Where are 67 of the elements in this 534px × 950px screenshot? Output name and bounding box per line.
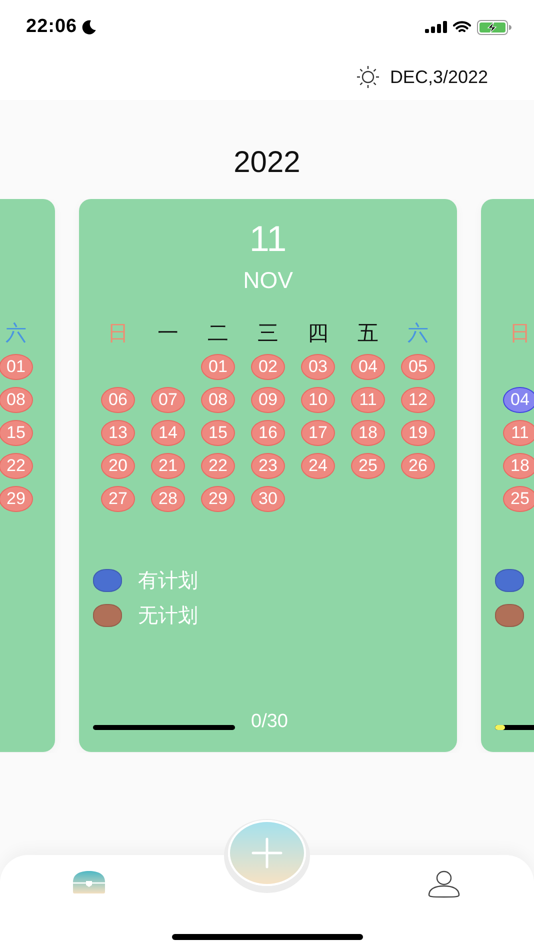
day-button[interactable]: 30	[251, 486, 285, 512]
day-button[interactable]: 22	[0, 452, 33, 478]
day-button[interactable]: 19	[401, 420, 435, 446]
day-button[interactable]: 01	[201, 354, 235, 380]
weekday-label: 日	[510, 321, 530, 347]
moon-icon	[81, 19, 98, 35]
weekday-label: 三	[258, 321, 278, 347]
day-button[interactable]: 03	[301, 354, 335, 380]
day-button[interactable]: 26	[401, 452, 435, 478]
battery-charging-icon	[477, 20, 512, 34]
weekday-label: 六	[6, 321, 26, 347]
month-card[interactable]: 11 NOV 日 一 二 三 四 五 六 01 02 03 04 05 06 07 08 09 10 11 12 13 14 15 16 17 18 19 20 21 22 23 24 25 26 27 28 29 30 有计划 无计划 0/30	[79, 199, 457, 752]
day-button[interactable]: 08	[201, 386, 235, 412]
day-button[interactable]: 17	[301, 420, 335, 446]
status-time: 22:06	[26, 16, 78, 38]
month-card[interactable]: 六 01 08 15 22 29	[0, 199, 55, 752]
day-button[interactable]: 09	[251, 386, 285, 412]
month-number: 11	[249, 219, 287, 259]
user-icon[interactable]	[427, 870, 461, 898]
day-button[interactable]: 12	[401, 386, 435, 412]
plus-icon	[250, 836, 284, 870]
legend-label: 有计划	[138, 569, 198, 594]
day-button[interactable]: 14	[151, 420, 185, 446]
day-button[interactable]: 25	[351, 452, 385, 478]
day-button[interactable]: 04	[503, 386, 534, 412]
day-button[interactable]: 11	[503, 420, 534, 446]
day-button[interactable]: 13	[101, 420, 135, 446]
day-button[interactable]: 18	[503, 452, 534, 478]
day-button[interactable]: 04	[351, 354, 385, 380]
day-button[interactable]: 08	[0, 386, 33, 412]
day-button[interactable]: 25	[503, 486, 534, 512]
legend-label: 无计划	[138, 604, 198, 629]
day-button[interactable]: 01	[0, 354, 33, 380]
day-button[interactable]: 20	[101, 452, 135, 478]
day-button[interactable]: 22	[201, 452, 235, 478]
day-button[interactable]: 28	[151, 486, 185, 512]
day-button[interactable]: 15	[0, 420, 33, 446]
day-button[interactable]: 11	[351, 386, 385, 412]
day-button[interactable]: 24	[301, 452, 335, 478]
day-button[interactable]: 29	[0, 486, 33, 512]
day-button[interactable]: 23	[251, 452, 285, 478]
year-title: 2022	[232, 144, 302, 180]
weekday-label: 五	[358, 321, 378, 347]
progress-count: 0/30	[251, 711, 288, 733]
day-button[interactable]: 05	[401, 354, 435, 380]
day-button[interactable]: 29	[201, 486, 235, 512]
weekday-label: 六	[408, 321, 428, 347]
current-date: DEC,3/2022	[390, 66, 488, 88]
day-button[interactable]: 07	[151, 386, 185, 412]
month-card[interactable]: 日 04 11 18 25	[481, 199, 534, 752]
day-button[interactable]: 21	[151, 452, 185, 478]
day-button[interactable]: 27	[101, 486, 135, 512]
chest-icon[interactable]	[72, 870, 106, 894]
day-button[interactable]: 06	[101, 386, 135, 412]
weekday-label: 二	[208, 321, 228, 347]
sun-icon	[356, 65, 380, 89]
day-button[interactable]: 15	[201, 420, 235, 446]
weekday-label: 一	[158, 321, 178, 347]
month-name: NOV	[243, 266, 293, 295]
wifi-icon	[453, 20, 471, 34]
day-button[interactable]: 18	[351, 420, 385, 446]
signal-icon	[425, 21, 447, 33]
day-button[interactable]: 10	[301, 386, 335, 412]
day-button[interactable]: 02	[251, 354, 285, 380]
weekday-label: 日	[108, 321, 128, 347]
day-button[interactable]: 16	[251, 420, 285, 446]
weekday-label: 四	[308, 321, 328, 347]
